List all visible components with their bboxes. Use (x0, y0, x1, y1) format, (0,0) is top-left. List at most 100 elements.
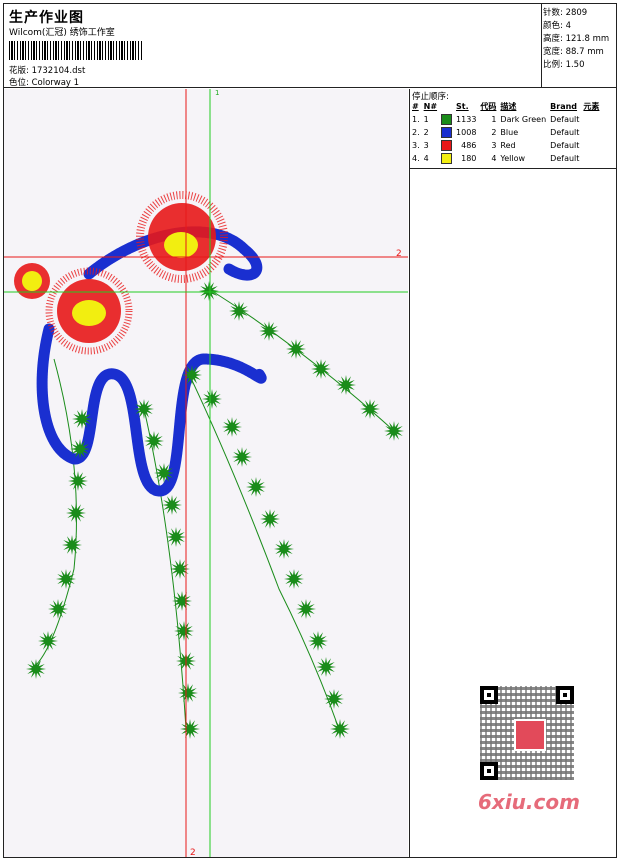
row-element (582, 113, 602, 126)
star-stitch (144, 431, 164, 451)
col-brand: Brand (550, 102, 578, 111)
color-row: 1. 1 1133 1 Dark Green Default (411, 113, 602, 126)
qr-logo (514, 719, 546, 751)
design-file-line: 花版: 1732104.dst (9, 66, 86, 76)
row-desc: Blue (500, 128, 519, 137)
row-n: 3 (423, 141, 429, 150)
row-swatch (440, 126, 455, 139)
guide-label-top: 1 (215, 89, 219, 97)
star-stitch (199, 281, 219, 301)
row-stitches: 180 (461, 154, 477, 163)
star-stitch (68, 471, 88, 491)
color-row: 3. 3 486 3 Red Default (411, 139, 602, 152)
row-n: 4 (423, 154, 429, 163)
row-code: 2 (491, 128, 497, 137)
row-brand: Default (550, 128, 580, 137)
col-element: 元素 (583, 102, 600, 111)
color-swatch (441, 114, 453, 125)
header-panel: 生产作业图 Wilcom(汇冠) 绣饰工作室 花版: 1732104.dst 色… (3, 3, 542, 88)
star-stitch (202, 389, 222, 409)
row-brand: Default (550, 141, 580, 150)
star-stitch (311, 359, 331, 379)
row-n: 1 (423, 115, 429, 124)
row-stitches: 1133 (456, 115, 477, 124)
star-stitch (274, 539, 294, 559)
row-desc: Red (500, 141, 516, 150)
color-table: # N# St. 代码 描述 Brand 元素 1. 1 1133 1 Dark Gre… (411, 100, 602, 165)
col-code: 代码 (480, 102, 497, 111)
col-index: # (412, 102, 419, 111)
flower-medium (45, 267, 133, 355)
row-index: 3. (412, 141, 420, 150)
row-swatch (440, 152, 455, 165)
star-stitch (62, 535, 82, 555)
star-stitch (162, 495, 182, 515)
row-code: 1 (491, 115, 497, 124)
star-stitch (170, 559, 190, 579)
star-stitch (284, 569, 304, 589)
star-stitch (286, 339, 306, 359)
stitch-count: 针数: 2809 (543, 8, 588, 18)
color-swatch (441, 127, 453, 138)
star-stitch (172, 591, 192, 611)
star-stitch (66, 503, 86, 523)
star-stitch (180, 719, 200, 739)
row-swatch (440, 139, 455, 152)
star-stitch (316, 657, 336, 677)
qr-code (472, 684, 580, 782)
guide-label-right: 2 (396, 249, 402, 259)
qr-finder-top-left (480, 686, 498, 704)
color-swatch (441, 153, 453, 164)
colorway-line: 色位: Colorway 1 (9, 78, 80, 88)
star-stitch (178, 683, 198, 703)
star-stitch (296, 599, 316, 619)
flower-large (136, 191, 228, 283)
star-stitch (246, 477, 266, 497)
color-swatch (441, 140, 453, 151)
flower-small (14, 263, 50, 299)
row-brand: Default (550, 154, 580, 163)
row-element (582, 126, 602, 139)
row-code: 4 (491, 154, 497, 163)
star-stitch (38, 631, 58, 651)
qr-finder-bottom-left (480, 762, 498, 780)
embroidery-preview: 1 2 2 (4, 89, 408, 857)
row-n: 2 (423, 128, 429, 137)
row-stitches: 486 (461, 141, 477, 150)
qr-finder-top-right (556, 686, 574, 704)
design-height: 高度: 121.8 mm (543, 34, 610, 44)
row-index: 2. (412, 128, 420, 137)
col-swatch (440, 100, 455, 113)
row-element (582, 139, 602, 152)
design-canvas: 1 2 2 (4, 89, 408, 857)
star-stitch (222, 417, 242, 437)
star-stitch (330, 719, 350, 739)
sheet-title: 生产作业图 (9, 10, 84, 26)
color-row: 2. 2 1008 2 Blue Default (411, 126, 602, 139)
color-row: 4. 4 180 4 Yellow Default (411, 152, 602, 165)
col-desc: 描述 (500, 102, 517, 111)
color-sequence-box: 停止顺序: # N# St. 代码 描述 Brand 元素 1. 1 1133 1 Da… (410, 89, 617, 169)
row-brand: Default (550, 115, 580, 124)
color-table-header: # N# St. 代码 描述 Brand 元素 (411, 100, 602, 113)
star-stitch (174, 621, 194, 641)
row-desc: Dark Green (500, 115, 547, 124)
software-subtitle: Wilcom(汇冠) 绣饰工作室 (9, 28, 115, 38)
star-stitch (324, 689, 344, 709)
row-stitches: 1008 (456, 128, 477, 137)
star-stitch (260, 509, 280, 529)
stats-panel: 针数: 2809 颜色: 4 高度: 121.8 mm 宽度: 88.7 mm … (542, 3, 617, 88)
scale-ratio: 比例: 1.50 (543, 60, 585, 70)
design-width: 宽度: 88.7 mm (543, 47, 604, 57)
guide-lines (4, 89, 408, 857)
production-sheet: 生产作业图 Wilcom(汇冠) 绣饰工作室 花版: 1732104.dst 色… (0, 0, 620, 861)
barcode (9, 41, 143, 60)
watermark: 6xiu.com (478, 790, 580, 814)
col-stitches: St. (456, 102, 469, 111)
row-index: 4. (412, 154, 420, 163)
row-index: 1. (412, 115, 420, 124)
col-n: N# (423, 102, 438, 111)
guide-label-bottom: 2 (190, 848, 196, 857)
row-swatch (440, 113, 455, 126)
star-stitch (308, 631, 328, 651)
